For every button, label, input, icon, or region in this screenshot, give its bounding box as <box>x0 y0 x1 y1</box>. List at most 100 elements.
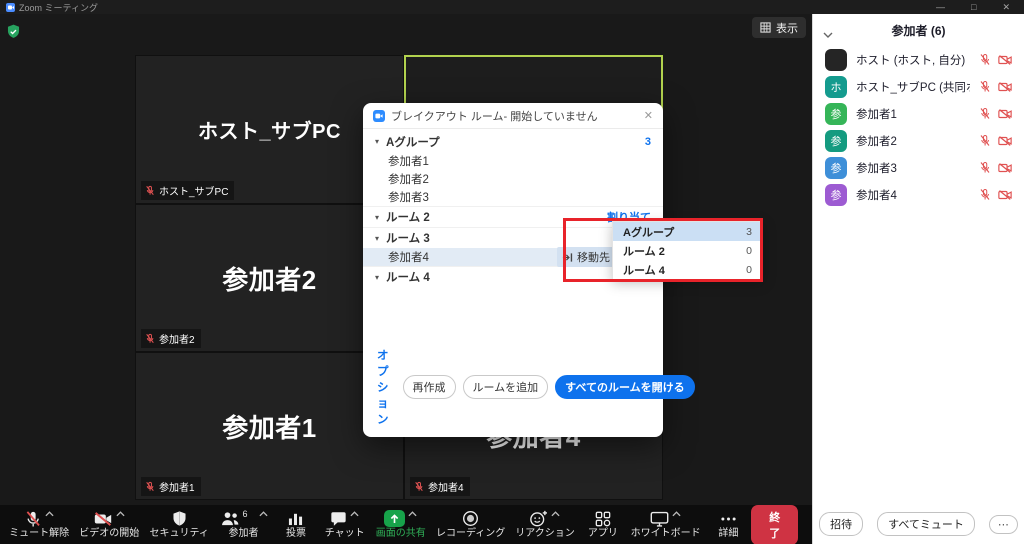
participants-icon <box>220 510 240 527</box>
recreate-button[interactable]: 再作成 <box>403 375 456 399</box>
whiteboard-button[interactable]: ホワイトボード <box>626 505 706 544</box>
submenu-room-name: Aグループ <box>623 224 674 240</box>
share-screen-button[interactable]: 画面の共有 <box>370 505 431 544</box>
participant-row-host[interactable]: ホスト (ホスト, 自分) <box>813 46 1024 73</box>
participant-count-badge: 6 <box>243 509 248 519</box>
participant-row-1[interactable]: 参 参加者1 <box>813 100 1024 127</box>
security-button[interactable]: セキュリティ <box>144 505 214 544</box>
submenu-item-room2[interactable]: ルーム 2 0 <box>613 241 762 260</box>
polls-button[interactable]: 投票 <box>273 505 319 544</box>
maximize-button[interactable]: □ <box>971 0 976 14</box>
minimize-button[interactable]: — <box>936 0 945 14</box>
participants-footer: 招待 すべてミュート ⋯ <box>813 512 1024 536</box>
grid-view-icon <box>760 22 771 33</box>
video-off-icon <box>998 54 1012 66</box>
submenu-item-a-group[interactable]: Aグループ 3 <box>613 222 762 241</box>
room-name: Aグループ <box>386 134 440 150</box>
poll-bars-icon <box>288 511 303 526</box>
zoom-meeting-window: Zoom ミーティング — □ ✕ 表示 ホスト_サブPC ホスト_サブPC 参… <box>0 0 1024 544</box>
chevron-up-icon[interactable] <box>408 511 417 517</box>
participant-row-host-sub-pc[interactable]: ホ ホスト_サブPC (共同ホスト) <box>813 73 1024 100</box>
end-meeting-button[interactable]: 終了 <box>751 505 798 544</box>
room-member-row[interactable]: 参加者2 <box>363 170 663 188</box>
more-button[interactable]: 詳細 <box>705 505 751 544</box>
room-member-row[interactable]: 参加者1 <box>363 152 663 170</box>
tile-display-name: ホスト_サブPC <box>198 115 341 144</box>
chevron-up-icon[interactable] <box>45 511 54 517</box>
dialog-close-icon[interactable]: ✕ <box>644 109 653 122</box>
chat-button[interactable]: チャット <box>319 505 370 544</box>
move-to-label: 移動先 <box>577 249 610 265</box>
recording-button[interactable]: レコーディング <box>431 505 510 544</box>
submenu-room-count: 3 <box>746 226 752 238</box>
member-name: 参加者3 <box>388 189 429 205</box>
mute-all-button[interactable]: すべてミュート <box>877 512 975 536</box>
submenu-room-count: 0 <box>746 264 752 276</box>
move-to-submenu: Aグループ 3 ルーム 2 0 ルーム 4 0 <box>612 221 763 280</box>
more-options-button[interactable]: ⋯ <box>989 515 1018 534</box>
mic-muted-icon <box>145 481 155 492</box>
chevron-up-icon[interactable] <box>350 511 359 517</box>
room-member-row[interactable]: 参加者3 <box>363 188 663 206</box>
dialog-header: ブレイクアウト ルーム- 開始していません ✕ <box>363 103 663 129</box>
tile-name-label: 参加者2 <box>141 329 201 348</box>
mic-muted-icon <box>979 161 991 174</box>
chevron-up-icon[interactable] <box>672 511 681 517</box>
mic-muted-icon <box>145 333 155 344</box>
tile-display-name: 参加者2 <box>222 260 316 297</box>
tile-name-label: 参加者1 <box>141 477 201 496</box>
mic-muted-icon <box>979 53 991 66</box>
participant-name: 参加者3 <box>856 160 970 176</box>
participants-header: 参加者 (6) <box>813 14 1024 46</box>
video-off-icon <box>998 135 1012 147</box>
expand-arrow-icon: ▾ <box>375 234 379 243</box>
video-off-icon <box>998 108 1012 120</box>
move-to-button[interactable]: 移動先 <box>557 247 615 267</box>
mic-muted-icon <box>145 185 155 196</box>
mic-muted-icon <box>979 188 991 201</box>
room-row-a-group[interactable]: ▾ Aグループ 3 <box>363 131 663 152</box>
mic-muted-icon <box>24 510 42 528</box>
view-button-label: 表示 <box>776 20 798 36</box>
mic-muted-icon <box>979 107 991 120</box>
whiteboard-icon <box>650 511 669 527</box>
open-all-rooms-button[interactable]: すべてのルームを開ける <box>555 375 694 399</box>
start-video-button[interactable]: ビデオの開始 <box>74 505 144 544</box>
chat-bubble-icon <box>330 511 347 527</box>
close-button[interactable]: ✕ <box>1002 0 1010 14</box>
participant-row-3[interactable]: 参 参加者3 <box>813 154 1024 181</box>
view-button[interactable]: 表示 <box>752 17 806 38</box>
chevron-up-icon[interactable] <box>551 511 560 517</box>
member-name: 参加者4 <box>388 249 429 265</box>
window-title: Zoom ミーティング <box>19 1 98 14</box>
avatar: 参 <box>825 103 847 125</box>
participant-name: 参加者2 <box>856 133 970 149</box>
apps-icon <box>595 511 611 527</box>
unmute-button[interactable]: ミュート解除 <box>4 505 74 544</box>
title-bar: Zoom ミーティング — □ ✕ <box>0 0 1024 14</box>
tile-name-label: 参加者4 <box>410 477 470 496</box>
share-screen-icon <box>384 510 405 527</box>
meeting-info-shield-icon[interactable] <box>6 24 21 45</box>
participants-button[interactable]: 6 参加者 <box>214 505 273 544</box>
avatar: 参 <box>825 157 847 179</box>
breakout-dialog-icon <box>373 110 385 122</box>
member-name: 参加者2 <box>388 171 429 187</box>
options-link[interactable]: オプション <box>377 347 389 427</box>
participant-name: ホスト (ホスト, 自分) <box>856 52 970 68</box>
mic-muted-icon <box>979 134 991 147</box>
add-room-button[interactable]: ルームを追加 <box>463 375 549 399</box>
collapse-chevron-icon[interactable] <box>823 27 833 41</box>
submenu-room-name: ルーム 2 <box>623 243 665 259</box>
room-count: 3 <box>645 136 651 148</box>
zoom-app-icon <box>6 3 15 12</box>
apps-button[interactable]: アプリ <box>580 505 626 544</box>
mic-muted-icon <box>414 481 424 492</box>
participant-row-2[interactable]: 参 参加者2 <box>813 127 1024 154</box>
reactions-button[interactable]: リアクション <box>510 505 580 544</box>
chevron-up-icon[interactable] <box>259 511 268 517</box>
submenu-item-room4[interactable]: ルーム 4 0 <box>613 260 762 279</box>
participant-row-4[interactable]: 参 参加者4 <box>813 181 1024 208</box>
invite-button[interactable]: 招待 <box>819 512 863 536</box>
chevron-up-icon[interactable] <box>116 511 125 517</box>
